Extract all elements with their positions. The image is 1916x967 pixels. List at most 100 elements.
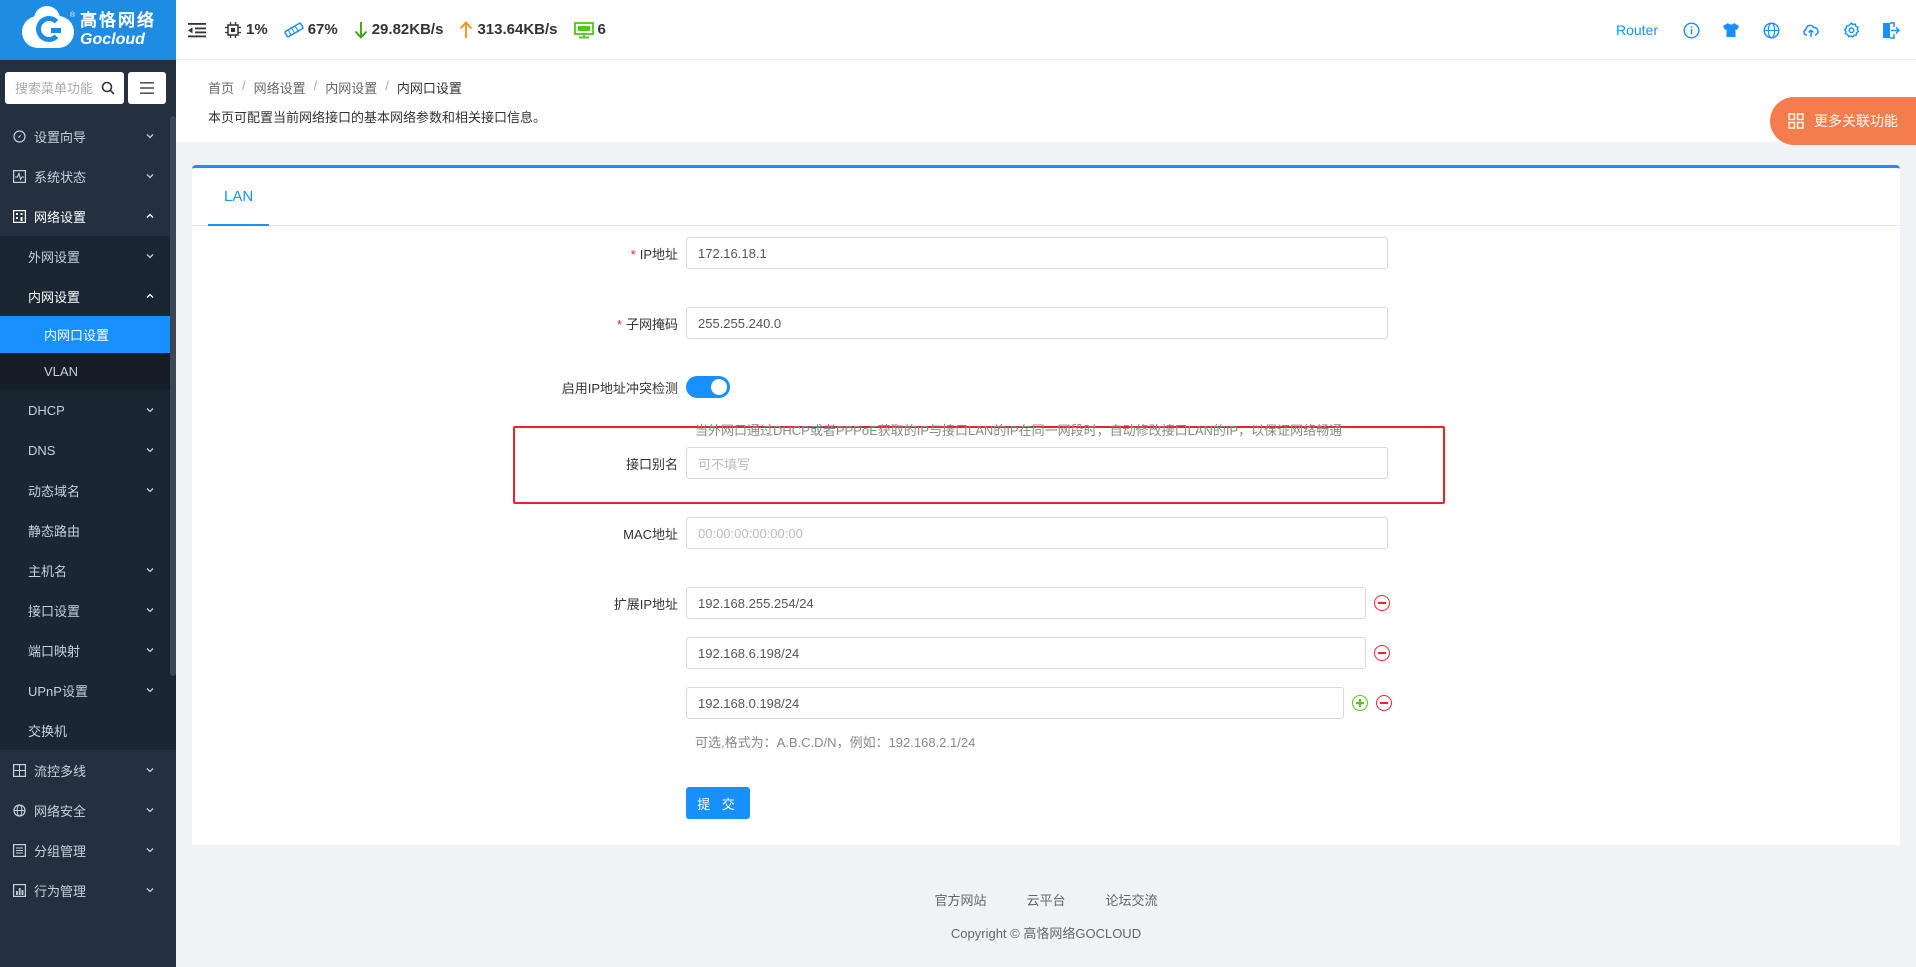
extended-ip-row-2: 192.168.6.198/24 [192, 637, 1900, 669]
remove-ip-minus-icon[interactable] [1374, 595, 1390, 611]
chevron-down-icon [146, 848, 154, 853]
chevron-up-icon [146, 213, 154, 218]
sidebar-item-network-security[interactable]: 网络安全 [0, 790, 176, 830]
page-header: 首页 / 网络设置 / 内网设置 / 内网口设置 本页可配置当前网络接口的基本网… [176, 60, 1916, 142]
sidebar-item-hostname[interactable]: 主机名 [0, 550, 176, 590]
sidebar-item-label: 外网设置 [28, 249, 81, 265]
subnet-mask-input[interactable]: 255.255.240.0 [686, 307, 1388, 339]
cpu-value: 1% [246, 21, 268, 38]
memory-value: 67% [307, 21, 338, 38]
interface-alias-input[interactable]: 可不填写 [686, 447, 1388, 479]
apps-grid-icon [1788, 113, 1804, 129]
settings-gear-icon[interactable] [1842, 21, 1860, 39]
pulse-icon [12, 169, 26, 183]
footer-link-cloud-platform[interactable]: 云平台 [1026, 890, 1065, 909]
sidebar-item-dns[interactable]: DNS [0, 430, 176, 470]
chevron-down-icon [146, 688, 154, 693]
footer-link-forum[interactable]: 论坛交流 [1106, 890, 1158, 909]
sidebar-item-lan-port-settings[interactable]: 内网口设置 [0, 316, 176, 353]
submit-button[interactable]: 提 交 [686, 787, 750, 819]
extended-ip-hint: 可选,格式为：A.B.C.D/N，例如：192.168.2.1/24 [695, 735, 976, 750]
menu-toggle-button[interactable] [128, 72, 166, 104]
lan-config-card: LAN * IP地址 172.16.18.1 * 子网掩码 255.255.240.… [192, 165, 1900, 845]
sidebar-item-lan-settings[interactable]: 内网设置 [0, 276, 176, 316]
indent-icon [188, 22, 206, 37]
upload-value: 313.64KB/s [477, 21, 558, 38]
sidebar-item-interface-settings[interactable]: 接口设置 [0, 590, 176, 630]
sidebar-item-vlan[interactable]: VLAN [0, 353, 176, 390]
mac-address-input[interactable]: 00:00:00:00:00:00 [686, 517, 1388, 549]
breadcrumb-lan-settings[interactable]: 内网设置 [325, 78, 377, 97]
arrow-down-icon [354, 21, 367, 39]
breadcrumb-home[interactable]: 首页 [208, 78, 234, 97]
list-icon [12, 843, 26, 857]
footer-link-official-site[interactable]: 官方网站 [934, 890, 986, 909]
logout-icon[interactable] [1882, 21, 1900, 39]
remove-ip-minus-icon[interactable] [1374, 645, 1390, 661]
sidebar-item-label: DHCP [28, 402, 65, 418]
router-name-link[interactable]: Router [1616, 22, 1658, 38]
lan-submenu: 内网口设置 VLAN [0, 316, 176, 390]
sidebar-item-system-status[interactable]: 系统状态 [0, 156, 176, 196]
info-icon[interactable] [1682, 21, 1700, 39]
footer-links: 官方网站 云平台 论坛交流 [176, 890, 1916, 909]
grid-icon [12, 763, 26, 777]
hamburger-icon [140, 82, 154, 94]
extended-ip-row-1: 扩展IP地址 192.168.255.254/24 [192, 587, 1900, 619]
remove-ip-minus-icon[interactable] [1376, 695, 1392, 711]
chevron-down-icon [146, 648, 154, 653]
sidebar-item-label: UPnP设置 [28, 683, 88, 699]
sidebar-item-label: 网络安全 [34, 803, 87, 819]
cloud-upload-icon[interactable] [1802, 21, 1820, 39]
sidebar-item-ddns[interactable]: 动态域名 [0, 470, 176, 510]
sidebar-item-dhcp[interactable]: DHCP [0, 390, 176, 430]
sidebar-item-upnp[interactable]: UPnP设置 [0, 670, 176, 710]
brand-name-en: Gocloud [80, 31, 145, 48]
page-description: 本页可配置当前网络接口的基本网络参数和相关接口信息。 [208, 110, 547, 125]
menu-search-input[interactable] [15, 80, 101, 96]
chevron-down-icon [146, 254, 154, 259]
interface-alias-row: 接口别名 可不填写 [192, 447, 1900, 479]
tab-bar: LAN [192, 168, 1900, 226]
sidebar-item-port-mapping[interactable]: 端口映射 [0, 630, 176, 670]
sidebar-item-group-management[interactable]: 分组管理 [0, 830, 176, 870]
cpu-icon [225, 21, 241, 38]
submit-row: 提 交 [192, 787, 1900, 819]
ip-conflict-toggle[interactable] [686, 376, 730, 398]
add-ip-plus-icon[interactable] [1352, 695, 1368, 711]
breadcrumb-network-settings[interactable]: 网络设置 [254, 78, 306, 97]
tab-lan[interactable]: LAN [208, 168, 270, 226]
arrow-up-icon [460, 20, 473, 38]
chevron-down-icon [146, 408, 154, 413]
theme-shirt-icon[interactable] [1722, 21, 1740, 39]
sidebar-scrollbar[interactable] [170, 116, 176, 676]
ip-conflict-label: 启用IP地址冲突检测 [561, 380, 678, 396]
collapse-sidebar-button[interactable] [188, 20, 208, 40]
upload-speed: 313.64KB/s [459, 20, 558, 39]
sidebar-item-label: DNS [28, 442, 56, 458]
search-icon[interactable] [101, 81, 115, 95]
sidebar-item-switch[interactable]: 交换机 [0, 710, 176, 750]
sidebar-item-behavior-management[interactable]: 行为管理 [0, 870, 176, 910]
sidebar-item-network-settings[interactable]: 网络设置 [0, 196, 176, 236]
sidebar-item-label: 动态域名 [28, 483, 81, 499]
sidebar-item-static-route[interactable]: 静态路由 [0, 510, 176, 550]
top-header: 1% 67% 29.82KB/s 313.64KB/s 6 Router [176, 0, 1916, 60]
ip-conflict-hint: 当外网口通过DHCP或者PPPoE获取的IP与接口LAN的IP在同一网段时，自动… [695, 423, 1343, 438]
extended-ip-input[interactable]: 192.168.0.198/24 [686, 687, 1344, 719]
extended-ip-input[interactable]: 192.168.6.198/24 [686, 637, 1366, 669]
more-related-features-button[interactable]: 更多关联功能 [1770, 97, 1916, 145]
extended-ip-input[interactable]: 192.168.255.254/24 [686, 587, 1366, 619]
sidebar-item-wan-settings[interactable]: 外网设置 [0, 236, 176, 276]
sidebar-item-label: 分组管理 [34, 843, 87, 859]
footer: 官方网站 云平台 论坛交流 Copyright © 高恪网络GOCLOUD [176, 890, 1916, 942]
ip-address-input[interactable]: 172.16.18.1 [686, 237, 1388, 269]
mac-address-label: MAC地址 [623, 526, 678, 542]
sidebar-item-setup-wizard[interactable]: 设置向导 [0, 116, 176, 156]
sidebar-item-flow-control[interactable]: 流控多线 [0, 750, 176, 790]
language-globe-icon[interactable] [1762, 21, 1780, 39]
more-related-features-label: 更多关联功能 [1814, 113, 1898, 129]
breadcrumb-current: 内网口设置 [396, 81, 462, 96]
sidebar-item-label: 内网设置 [28, 289, 81, 305]
brand-logo[interactable]: 高恪网络 Gocloud ® [0, 0, 176, 60]
